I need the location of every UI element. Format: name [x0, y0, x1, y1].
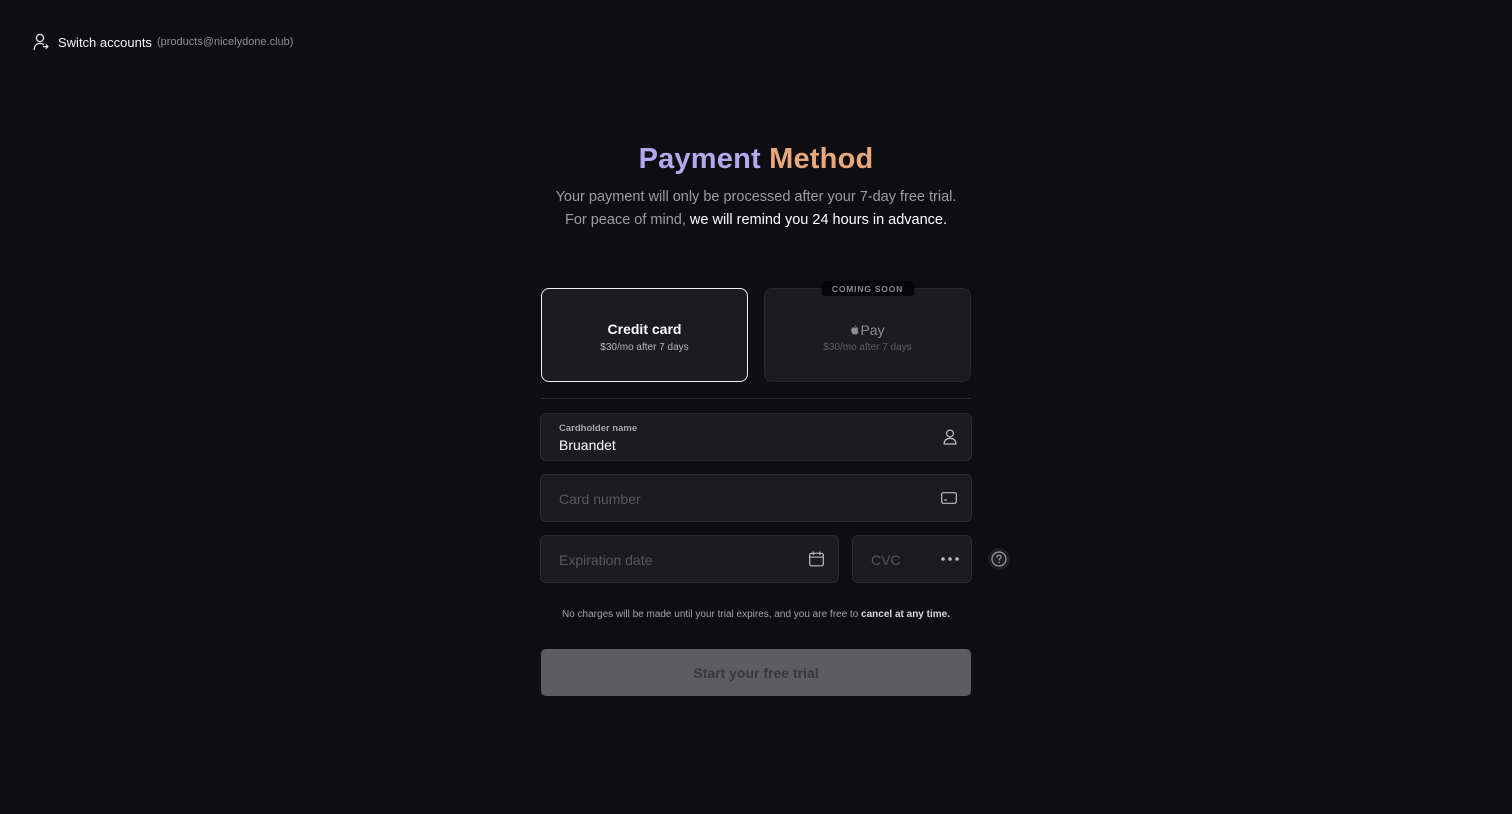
- expiration-date-placeholder: Expiration date: [559, 552, 653, 568]
- apple-pay-option-price: $30/mo after 7 days: [823, 342, 912, 353]
- switch-accounts-button[interactable]: Switch accounts (products@nicelydone.clu…: [33, 33, 293, 51]
- dots-icon: [941, 557, 959, 561]
- cvc-placeholder: CVC: [871, 552, 901, 568]
- apple-pay-option: COMING SOON Pay $30/mo after 7 days: [764, 281, 971, 382]
- trial-notice: No charges will be made until your trial…: [0, 609, 1512, 620]
- credit-card-option[interactable]: Credit card $30/mo after 7 days: [541, 288, 748, 382]
- subtitle-line-2: For peace of mind, we will remind you 24…: [0, 212, 1512, 228]
- card-number-field[interactable]: Card number: [540, 474, 972, 522]
- card-number-placeholder: Card number: [559, 491, 641, 507]
- credit-card-icon: [941, 492, 957, 504]
- account-email: (products@nicelydone.club): [156, 36, 294, 48]
- subtitle-line-2-plain: For peace of mind,: [564, 212, 686, 228]
- start-trial-button[interactable]: Start your free trial: [541, 649, 971, 696]
- page-title: Payment Method: [0, 143, 1512, 176]
- title-part-2: Method: [769, 143, 874, 175]
- credit-card-option-price: $30/mo after 7 days: [600, 342, 689, 353]
- cvc-help-button[interactable]: [988, 548, 1010, 570]
- title-part-1: Payment: [638, 143, 761, 175]
- question-circle-icon: [991, 551, 1007, 567]
- expiration-date-field[interactable]: Expiration date: [540, 535, 839, 583]
- credit-card-option-title: Credit card: [607, 321, 682, 337]
- divider: [541, 398, 971, 399]
- apple-icon: [851, 325, 860, 335]
- apple-pay-label: Pay: [860, 322, 885, 338]
- coming-soon-badge: COMING SOON: [820, 281, 915, 296]
- trial-notice-bold: cancel at any time.: [861, 609, 950, 620]
- cardholder-name-value[interactable]: Bruandet: [559, 437, 616, 453]
- apple-pay-option-title: Pay: [765, 322, 970, 338]
- payment-page: Switch accounts (products@nicelydone.clu…: [0, 0, 1512, 814]
- cardholder-name-field[interactable]: Cardholder name Bruandet: [540, 413, 972, 461]
- trial-notice-text: No charges will be made until your trial…: [562, 609, 859, 620]
- cardholder-name-label: Cardholder name: [559, 423, 638, 434]
- subtitle-line-1: Your payment will only be processed afte…: [555, 189, 957, 205]
- cvc-field[interactable]: CVC: [852, 535, 972, 583]
- user-icon: [943, 429, 957, 445]
- subtitle-line-2-highlight: we will remind you 24 hours in advance.: [689, 212, 948, 228]
- calendar-icon: [809, 551, 824, 567]
- user-switch-icon: [33, 33, 49, 51]
- switch-accounts-label: Switch accounts: [58, 34, 152, 50]
